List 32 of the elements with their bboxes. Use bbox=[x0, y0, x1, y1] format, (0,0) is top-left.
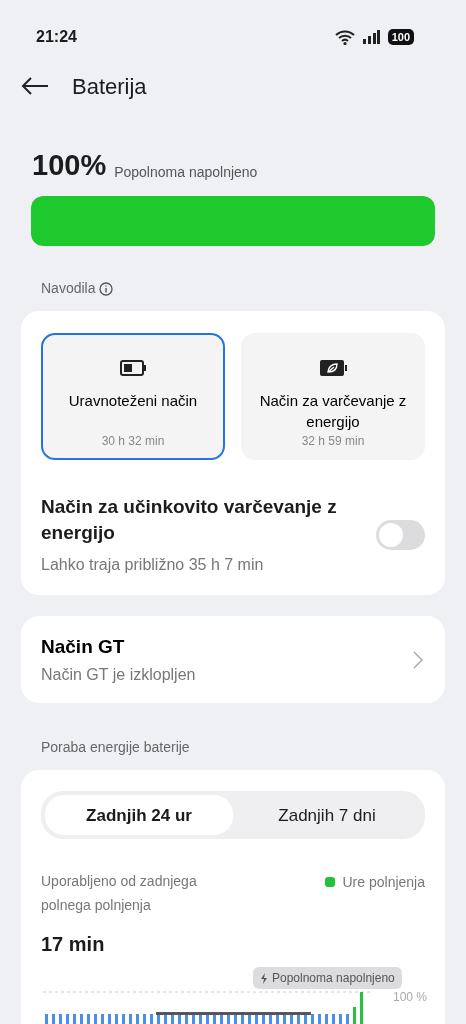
battery-status: Popolnoma napolnjeno bbox=[114, 162, 258, 182]
mode-name: Način za varčevanje z energijo bbox=[258, 390, 408, 432]
setting-subtitle: Lahko traja približno 35 h 7 min bbox=[41, 554, 265, 575]
status-time: 21:24 bbox=[36, 27, 77, 47]
period-tab[interactable]: Zadnjih 24 ur bbox=[45, 795, 233, 836]
section-label: Navodila bbox=[41, 279, 96, 298]
signal-icon bbox=[362, 30, 380, 44]
battery-icon bbox=[119, 359, 147, 376]
mode-option[interactable]: Uravnoteženi način 30 h 32 min bbox=[41, 332, 225, 460]
mode-option[interactable]: Način za varčevanje z energijo 32 h 59 min bbox=[241, 332, 425, 460]
toggle-switch[interactable] bbox=[376, 520, 425, 551]
setting-title: Način za učinkovito varčevanje z energijo bbox=[41, 494, 338, 546]
battery-indicator: 100 bbox=[387, 29, 414, 45]
gt-mode-row[interactable]: Način GT Način GT je izklopljen bbox=[21, 615, 445, 704]
page-title: Baterija bbox=[72, 72, 147, 101]
back-button[interactable] bbox=[20, 76, 50, 96]
axis-label: 100 % bbox=[393, 991, 428, 1007]
mode-duration: 30 h 32 min bbox=[100, 432, 166, 450]
chevron-right-icon bbox=[413, 651, 423, 670]
chart-tooltip: Popolnoma napolnjeno bbox=[253, 967, 402, 990]
section-label: Poraba energije baterije bbox=[40, 738, 191, 758]
mode-duration: 32 h 59 min bbox=[300, 432, 366, 450]
wifi-icon bbox=[334, 29, 355, 45]
battery-percentage: 100% bbox=[32, 148, 107, 183]
usage-value: 17 min bbox=[41, 932, 106, 958]
lightning-icon bbox=[260, 972, 268, 984]
legend-label: Ure polnjenja bbox=[342, 873, 425, 893]
period-tab[interactable]: Zadnjih 7 dni bbox=[233, 795, 421, 836]
mode-name: Uravnoteženi način bbox=[67, 390, 199, 411]
usage-caption: Uporabljeno od zadnjega polnega polnjenja bbox=[41, 873, 197, 914]
info-icon[interactable] bbox=[99, 281, 114, 296]
leaf-battery-icon bbox=[319, 359, 347, 376]
